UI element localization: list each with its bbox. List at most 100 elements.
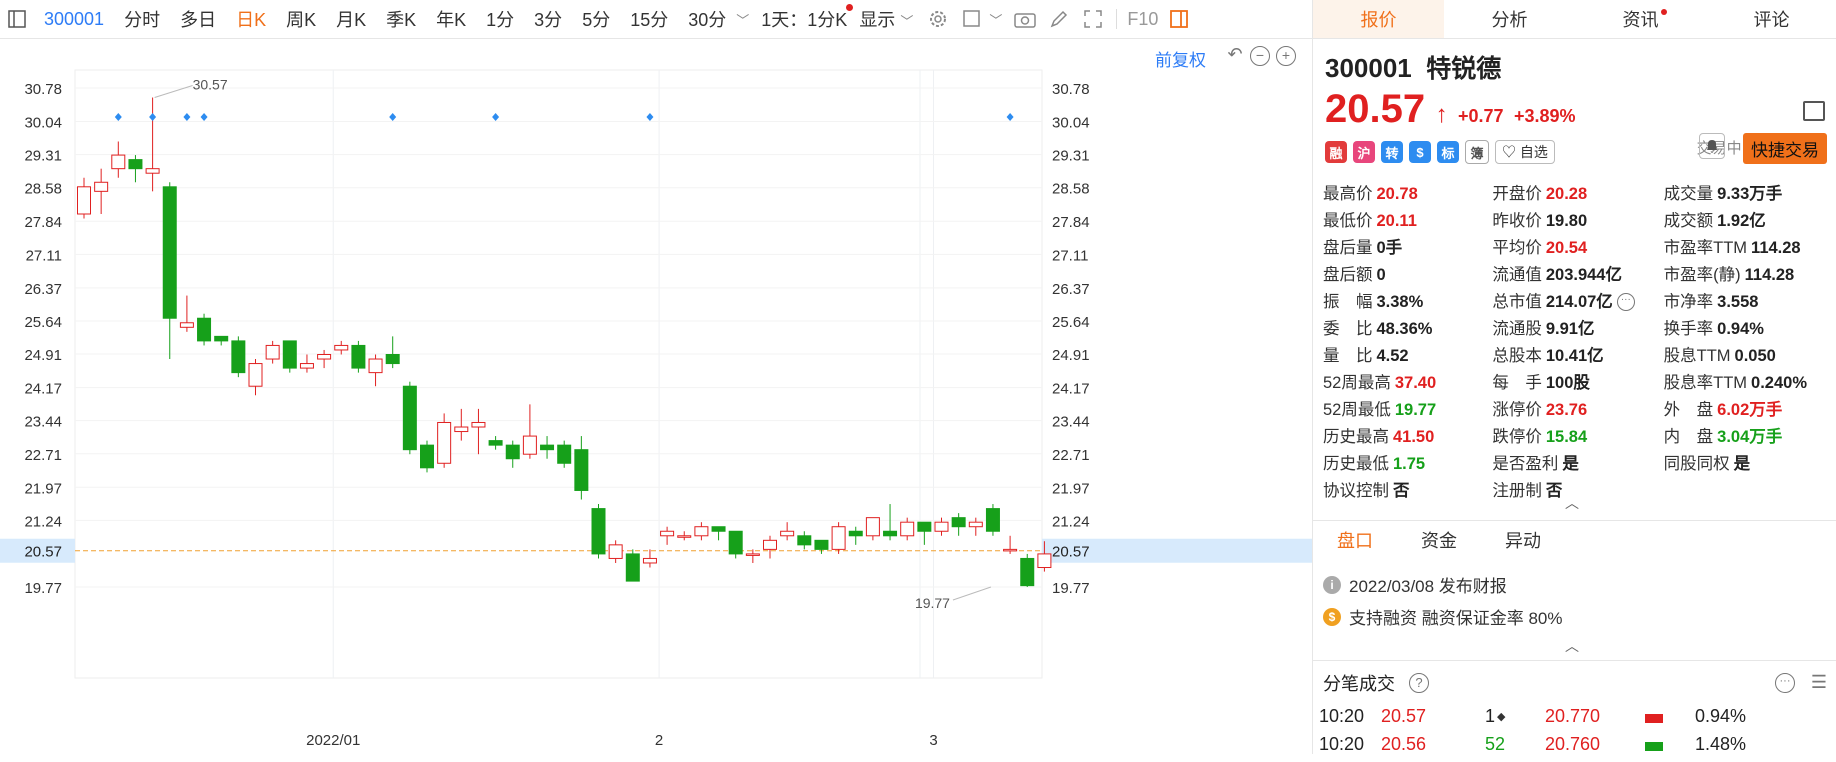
quote-row: 历史最低 1.75 是否盈利是同股同权是 (1323, 448, 1833, 475)
help-icon[interactable]: ? (1409, 672, 1429, 693)
tab-news[interactable]: 资讯 (1575, 0, 1706, 38)
y-tick-label-right: 26.37 (1052, 281, 1090, 298)
dollar-icon[interactable]: $ (1409, 141, 1431, 163)
tag-icon[interactable]: 标 (1437, 141, 1459, 163)
quote-value: 4.52 (1376, 346, 1409, 365)
tab-period-5[interactable]: 季K (376, 6, 426, 32)
chevron-up-icon[interactable]: ︿ (1565, 493, 1579, 513)
tab-period-1[interactable]: 多日 (170, 6, 226, 32)
tab-period-2[interactable]: 日K (226, 6, 276, 32)
margin-icon[interactable]: 沪 (1353, 141, 1375, 163)
china-flag-icon[interactable]: 融 (1325, 141, 1347, 163)
notice-margin[interactable]: $ 支持融资 融资保证金率 80% (1323, 604, 1562, 629)
y-tick-label-left: 19.77 (24, 580, 62, 597)
quote-cell: 盘后额 0 (1323, 261, 1492, 285)
quote-cell: 盘后量 0手 (1323, 234, 1492, 258)
camera-icon[interactable] (1012, 6, 1038, 32)
quick-trade-button[interactable]: 快捷交易 (1743, 133, 1827, 164)
book-icon[interactable]: 簿 (1465, 140, 1489, 164)
fullscreen-icon[interactable] (1080, 6, 1106, 32)
tab-period-0[interactable]: 分时 (114, 6, 170, 32)
quote-value: 9.91亿 (1545, 319, 1595, 338)
settings-gear-icon[interactable] (925, 6, 951, 32)
tab-period-4[interactable]: 月K (326, 6, 376, 32)
candle-down (488, 440, 503, 446)
quote-cell: 股息TTM 0.050 (1664, 342, 1833, 366)
quote-value: 10.41亿 (1545, 346, 1604, 365)
tab-quote[interactable]: 报价 (1313, 0, 1444, 38)
kline-chart-area[interactable]: 30.78 30.78 30.04 30.04 29.31 29.31 28.58 28.58… (0, 38, 1312, 754)
zoom-out-button[interactable]: − (1250, 46, 1270, 66)
tab-analysis[interactable]: 分析 (1444, 0, 1575, 38)
event-marker-icon (114, 113, 122, 121)
quote-row: 历史最高 41.50 跌停价 15.84 内 盘 3.04万手 (1323, 421, 1833, 448)
tab-comments[interactable]: 评论 (1706, 0, 1836, 38)
quote-row: 52周最低 19.77 涨停价 23.76 外 盘 6.02万手 (1323, 394, 1833, 421)
quote-value: 114.28 (1751, 238, 1801, 257)
y-tick-label-left: 25.64 (24, 314, 62, 331)
tab-period-10[interactable]: 15分 (620, 6, 678, 32)
tab-anomaly[interactable]: 异动 (1481, 521, 1565, 559)
tab-period-8[interactable]: 3分 (524, 6, 572, 32)
candle-up (763, 539, 777, 550)
quote-cell: 内 盘 3.04万手 (1664, 423, 1833, 447)
tab-capital[interactable]: 资金 (1397, 521, 1481, 559)
f10-button[interactable]: F10 (1123, 9, 1162, 30)
quote-row: 最高价 20.78 开盘价 20.28 成交量 9.33万手 (1323, 178, 1833, 205)
tab-orderbook[interactable]: 盘口 (1313, 521, 1397, 559)
quote-value: 3.04万手 (1717, 427, 1783, 446)
quote-value: 9.33万手 (1717, 184, 1783, 203)
zoom-in-button[interactable]: + (1276, 46, 1296, 66)
square-select-icon[interactable] (959, 6, 985, 32)
quote-value: 41.50 (1393, 427, 1435, 446)
tab-period-11[interactable]: 30分 (678, 6, 736, 32)
tab-period-3[interactable]: 周K (276, 6, 326, 32)
stock-name: 特锐德 (1426, 55, 1502, 83)
fq-toggle[interactable]: 前复权 (1155, 46, 1206, 71)
quote-key: 成交额 (1663, 211, 1714, 230)
layout-icon[interactable] (1803, 101, 1825, 121)
quote-cell (1664, 479, 1833, 498)
tick-row: 10:20 20.56 52 20.760 1.48% (1313, 734, 1836, 762)
display-dropdown[interactable]: 显示 ﹀ (851, 6, 921, 32)
list-icon[interactable]: ☰ (1811, 672, 1827, 693)
day-setting-dropdown[interactable]: 1天：1分K (757, 4, 854, 32)
stock-code[interactable]: 300001 (34, 9, 114, 30)
undo-icon[interactable]: ↶ (1226, 45, 1244, 64)
chevron-down-icon[interactable]: ﹀ (736, 10, 749, 29)
quote-cell: 总股本 10.41亿 (1492, 342, 1663, 366)
quote-key: 历史最高 (1323, 427, 1389, 446)
quote-value: 48.36% (1376, 319, 1433, 338)
sidebar-toggle-icon[interactable] (4, 6, 30, 32)
candle-up (334, 344, 349, 351)
tab-period-6[interactable]: 年K (426, 6, 476, 32)
quote-cell: 同股同权是 (1664, 450, 1833, 474)
quote-value: 是 (1562, 454, 1579, 473)
quote-value: 100股 (1545, 373, 1590, 392)
quote-key: 跌停价 (1492, 427, 1542, 446)
quote-value: 0.240% (1751, 373, 1808, 392)
quote-value: 0.050 (1734, 346, 1776, 365)
y-tick-label-right: 24.91 (1052, 347, 1090, 364)
quote-value: 114.28 (1744, 265, 1795, 284)
candle-up (454, 426, 469, 433)
pen-draw-icon[interactable] (1046, 6, 1072, 32)
panel-toggle-icon[interactable] (1166, 6, 1192, 32)
more-icon[interactable]: ··· (1616, 293, 1635, 312)
shuffle-icon[interactable]: 转 (1381, 141, 1403, 163)
tab-period-7[interactable]: 1分 (476, 6, 524, 32)
kline-chart[interactable]: 30.78 30.78 30.04 30.04 29.31 29.31 28.58 28.58… (0, 38, 1312, 754)
event-marker-icon (200, 113, 208, 121)
tab-period-9[interactable]: 5分 (572, 6, 620, 32)
more-icon[interactable]: ··· (1775, 672, 1795, 693)
quote-cell: 历史最低 1.75 (1323, 450, 1492, 474)
quote-value: 20.11 (1376, 211, 1417, 230)
bell-icon[interactable] (1699, 133, 1725, 159)
notice-report[interactable]: i 2022/03/08 发布财报 (1323, 572, 1507, 597)
add-watchlist-button[interactable]: ♡ 自选 (1495, 140, 1555, 164)
chevron-down-icon[interactable]: ﹀ (989, 10, 1002, 29)
candle-down (351, 344, 366, 369)
candle-up (368, 358, 383, 374)
chevron-up-icon[interactable]: ︿ (1565, 636, 1579, 656)
quote-value: 否 (1545, 481, 1563, 500)
